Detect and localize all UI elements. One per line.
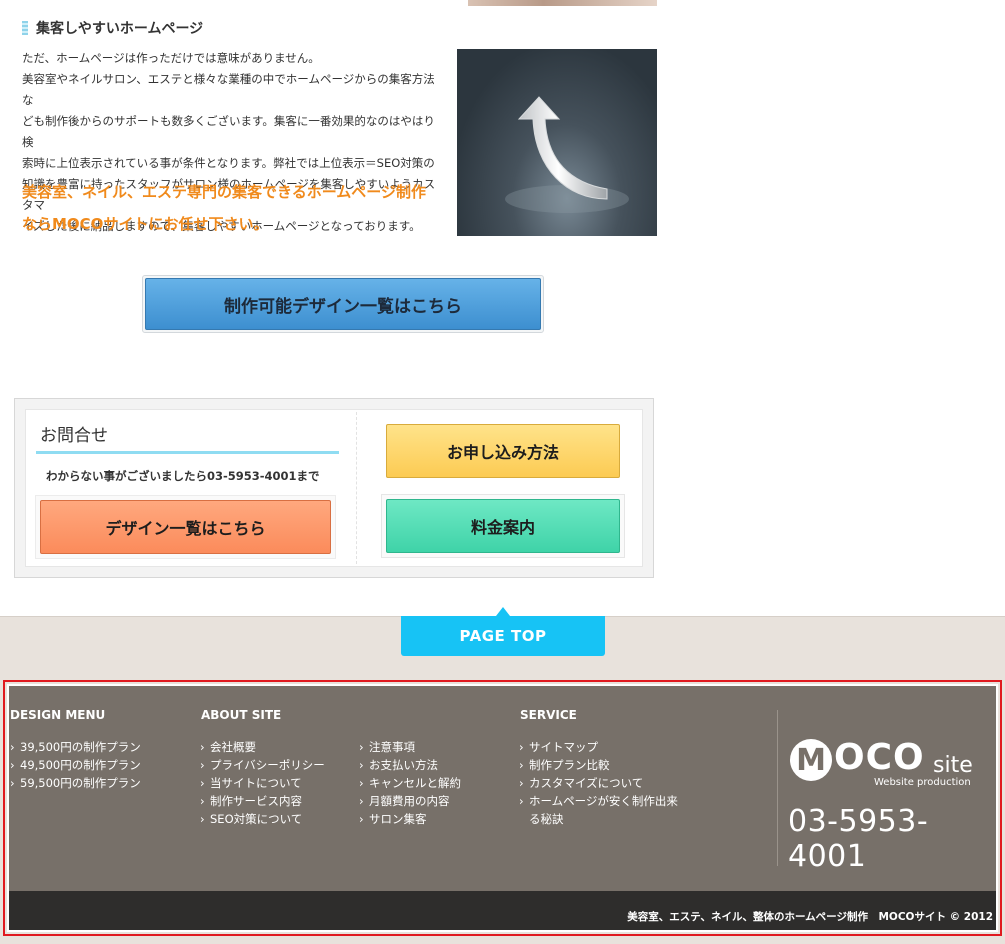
growth-arrow-image bbox=[457, 49, 657, 236]
design-gallery-button[interactable]: デザイン一覧はこちら bbox=[40, 500, 331, 554]
contact-note: わからない事がございましたら03-5953-4001まで bbox=[46, 469, 320, 483]
footer-highlight-frame bbox=[3, 680, 1002, 936]
design-list-button[interactable]: 制作可能デザイン一覧はこちら bbox=[142, 275, 544, 333]
arrow-up-icon bbox=[505, 96, 629, 213]
contact-title-underline bbox=[36, 451, 339, 454]
design-list-button-label: 制作可能デザイン一覧はこちら bbox=[145, 278, 541, 330]
section-heading-text: 集客しやすいホームページ bbox=[36, 21, 204, 37]
highlight-line: 美容室、ネイル、エステ専門の集客できるホームページ制作 bbox=[22, 183, 426, 201]
page-top-button[interactable]: PAGE TOP bbox=[401, 616, 605, 656]
apply-method-button[interactable]: お申し込み方法 bbox=[386, 424, 620, 478]
contact-title: お問合せ bbox=[40, 426, 108, 446]
heading-bar-icon bbox=[22, 21, 28, 35]
contact-divider bbox=[356, 412, 357, 564]
highlight-text: 美容室、ネイル、エステ専門の集客できるホームページ制作 ならMOCOサイトにお任… bbox=[22, 176, 452, 240]
pricing-button[interactable]: 料金案内 bbox=[386, 499, 620, 553]
paragraph-line: ただ、ホームページは作っただけでは意味がありません。 bbox=[22, 51, 320, 65]
page-top-arrow-icon bbox=[496, 607, 510, 616]
top-photo bbox=[468, 0, 657, 6]
section-heading: 集客しやすいホームページ bbox=[22, 18, 203, 38]
paragraph-line: ども制作後からのサポートも数多くございます。集客に一番効果的なのはやはり検 bbox=[22, 114, 435, 149]
paragraph-line: 索時に上位表示されている事が条件となります。弊社では上位表示＝SEO対策の bbox=[22, 156, 435, 170]
paragraph-line: 美容室やネイルサロン、エステと様々な業種の中でホームページからの集客方法な bbox=[22, 72, 435, 107]
highlight-line: ならMOCOサイトにお任せ下さい。 bbox=[22, 215, 269, 233]
